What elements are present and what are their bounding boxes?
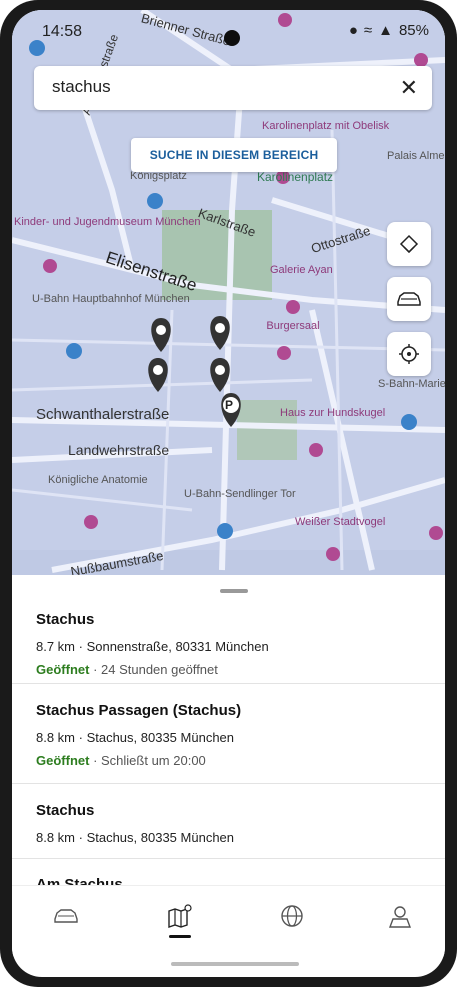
status-icons: ● ≈ ▲ 85%	[349, 22, 429, 39]
result-title: Stachus	[36, 611, 95, 628]
search-this-area-button[interactable]: SUCHE IN DIESEM BEREICH	[131, 138, 337, 172]
result-hours: Geöffnet · Schließt um 20:00	[36, 753, 206, 768]
locate-button[interactable]	[387, 332, 431, 376]
result-item[interactable]: Stachus Passagen (Stachus) 8.8 km · Stac…	[12, 684, 445, 784]
nav-profile[interactable]	[380, 900, 420, 932]
label-ubahn-sendlinger-tor: U-Bahn-Sendlinger Tor	[184, 488, 296, 500]
locate-icon	[399, 344, 419, 364]
front-camera	[224, 30, 240, 46]
car-icon	[54, 909, 78, 923]
layers-button[interactable]	[387, 222, 431, 266]
search-input[interactable]	[50, 76, 370, 98]
nav-explore[interactable]	[272, 900, 312, 932]
label-ubahn-hbf: U-Bahn Hauptbahnhof München	[32, 293, 190, 305]
label-galerie-ayan: Galerie Ayan	[270, 264, 333, 276]
map-view[interactable]: P Augustenstraße Brienner Straße Karolin…	[12, 10, 445, 585]
open-status: Geöffnet	[36, 662, 90, 677]
result-hours: Geöffnet · 24 Stunden geöffnet	[36, 662, 218, 677]
result-address: 8.7 km · Sonnenstraße, 80331 München	[36, 639, 269, 654]
location-icon: ●	[348, 22, 358, 39]
nav-active-indicator	[169, 935, 191, 938]
nav-vehicle[interactable]	[46, 900, 86, 932]
result-item[interactable]: Stachus 8.7 km · Sonnenstraße, 80331 Mün…	[12, 597, 445, 684]
results-sheet: Stachus 8.7 km · Sonnenstraße, 80331 Mün…	[12, 575, 445, 895]
layers-icon	[399, 234, 419, 254]
wifi-icon: ≈	[363, 22, 373, 39]
signal-icon: ▲	[378, 22, 393, 39]
search-bar: ✕	[34, 66, 432, 110]
label-kindermuseum: Kinder- und Jugendmuseum München	[14, 216, 201, 228]
label-schwanthalerstrasse: Schwanthalerstraße	[36, 406, 170, 423]
result-title: Stachus Passagen (Stachus)	[36, 702, 242, 719]
status-bar: 14:58 ● ≈ ▲ 85%	[12, 10, 445, 50]
open-status: Geöffnet	[36, 753, 90, 768]
label-palais-almeida: Palais Almeida	[387, 150, 445, 162]
label-weisser-stadtvogel: Weißer Stadtvogel	[295, 516, 386, 528]
battery-level: 85%	[398, 22, 429, 39]
car-icon	[397, 292, 421, 306]
result-address: 8.8 km · Stachus, 80335 München	[36, 730, 235, 745]
result-item[interactable]: Stachus 8.8 km · Stachus, 80335 München	[12, 784, 445, 859]
label-karolinenplatz: Karolinenplatz	[257, 170, 334, 184]
nav-map[interactable]	[160, 900, 200, 932]
home-indicator[interactable]	[171, 962, 299, 966]
bottom-nav	[12, 885, 445, 957]
profile-icon	[388, 906, 412, 928]
label-sbahn-marienplatz: S-Bahn-Marienplatz	[378, 378, 445, 390]
label-landwehrstrasse: Landwehrstraße	[68, 442, 170, 458]
result-address: 8.8 km · Stachus, 80335 München	[36, 830, 235, 845]
screen: P Augustenstraße Brienner Straße Karolin…	[12, 10, 445, 977]
result-title: Stachus	[36, 802, 95, 819]
label-koenigliche-anatomie: Königliche Anatomie	[48, 474, 148, 486]
label-karolinenplatz-obelisk: Karolinenplatz mit Obelisk	[262, 120, 390, 132]
sheet-drag-handle[interactable]	[220, 589, 248, 593]
status-time: 14:58	[42, 23, 83, 40]
map-icon	[168, 904, 192, 928]
parking-marker-label: P	[225, 398, 234, 412]
globe-icon	[281, 905, 303, 927]
phone-frame: P Augustenstraße Brienner Straße Karolin…	[0, 0, 457, 987]
label-haus-zur-hundskugel: Haus zur Hundskugel	[280, 407, 386, 419]
vehicle-button[interactable]	[387, 277, 431, 321]
label-burgersaal: Burgersaal	[266, 320, 320, 332]
close-icon[interactable]: ✕	[400, 75, 418, 101]
